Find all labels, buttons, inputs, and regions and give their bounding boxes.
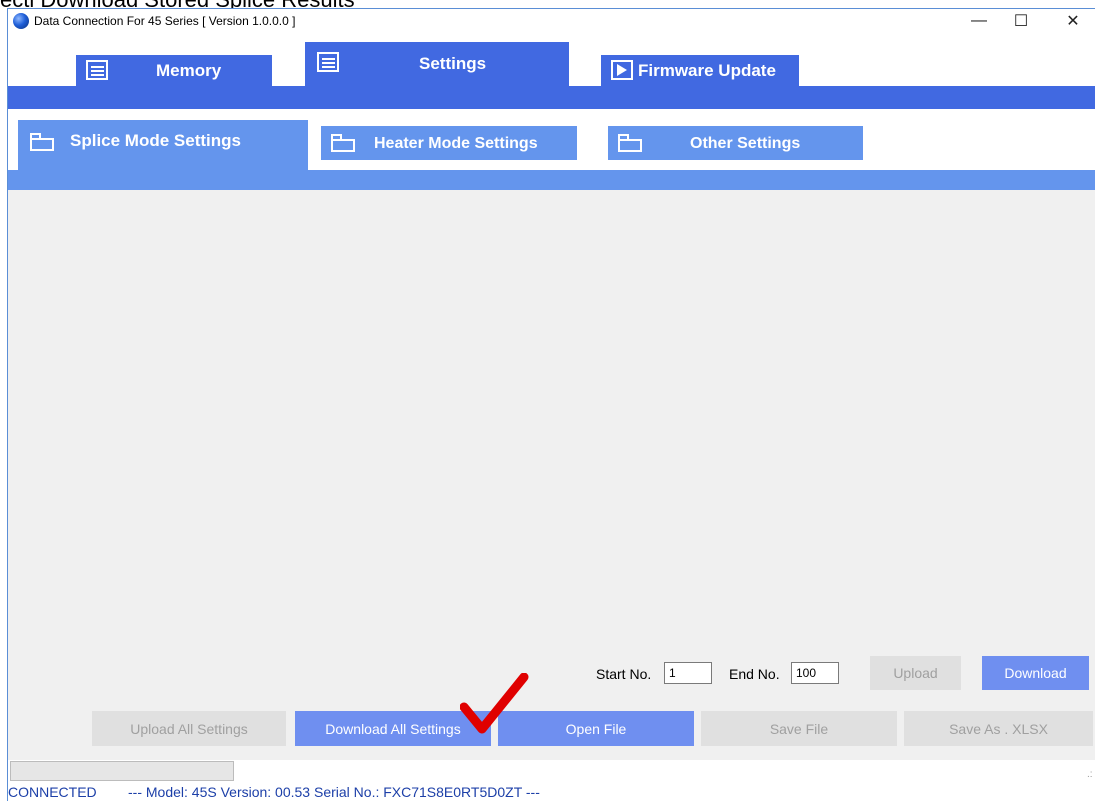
app-globe-icon [13, 13, 29, 29]
upload-all-settings-button[interactable]: Upload All Settings [92, 711, 286, 746]
start-no-input[interactable] [664, 662, 712, 684]
device-details: --- Model: 45S Version: 00.53 Serial No.… [128, 784, 540, 800]
close-button[interactable]: ✕ [1050, 9, 1095, 33]
tab-splice-mode-settings[interactable]: Splice Mode Settings [18, 120, 308, 170]
end-no-input[interactable] [791, 662, 839, 684]
progress-bar [10, 761, 234, 781]
tab-heater-mode-label: Heater Mode Settings [374, 135, 538, 152]
start-no-label: Start No. [596, 666, 652, 682]
tab-firmware-update-label: Firmware Update [638, 61, 776, 80]
upload-button[interactable]: Upload [870, 656, 961, 690]
app-window: Data Connection For 45 Series [ Version … [7, 8, 1095, 801]
folder-icon [331, 134, 355, 152]
play-icon [611, 60, 633, 80]
folder-icon [618, 134, 642, 152]
maximize-button[interactable]: ☐ [998, 9, 1044, 33]
list-icon [86, 60, 108, 80]
checkmark-icon [460, 673, 529, 734]
tab-memory[interactable]: Memory [76, 55, 272, 86]
list-icon [317, 52, 339, 72]
main-tab-band [8, 86, 1095, 109]
tab-firmware-update[interactable]: Firmware Update [601, 55, 799, 86]
save-file-button[interactable]: Save File [701, 711, 897, 746]
tab-other-settings-label: Other Settings [690, 135, 801, 152]
tab-memory-label: Memory [156, 61, 222, 80]
tab-splice-mode-label: Splice Mode Settings [70, 131, 241, 150]
resize-grip-icon: .: [1087, 769, 1093, 780]
settings-content-panel [8, 190, 1095, 657]
folder-icon [30, 133, 54, 151]
save-as-xlsx-button[interactable]: Save As . XLSX [904, 711, 1093, 746]
window-title: Data Connection For 45 Series [ Version … [34, 14, 296, 28]
tab-settings-label: Settings [419, 54, 487, 73]
title-bar: Data Connection For 45 Series [ Version … [8, 9, 1095, 33]
download-button[interactable]: Download [982, 656, 1089, 690]
minimize-button[interactable]: — [956, 9, 1002, 33]
status-bar: CONNECTED --- Model: 45S Version: 00.53 … [8, 784, 1095, 801]
tab-settings[interactable]: Settings [305, 42, 569, 86]
connection-status: CONNECTED [8, 784, 97, 800]
sub-tab-band [8, 170, 1095, 190]
end-no-label: End No. [729, 666, 780, 682]
tab-heater-mode-settings[interactable]: Heater Mode Settings [321, 126, 577, 160]
tab-other-settings[interactable]: Other Settings [608, 126, 863, 160]
